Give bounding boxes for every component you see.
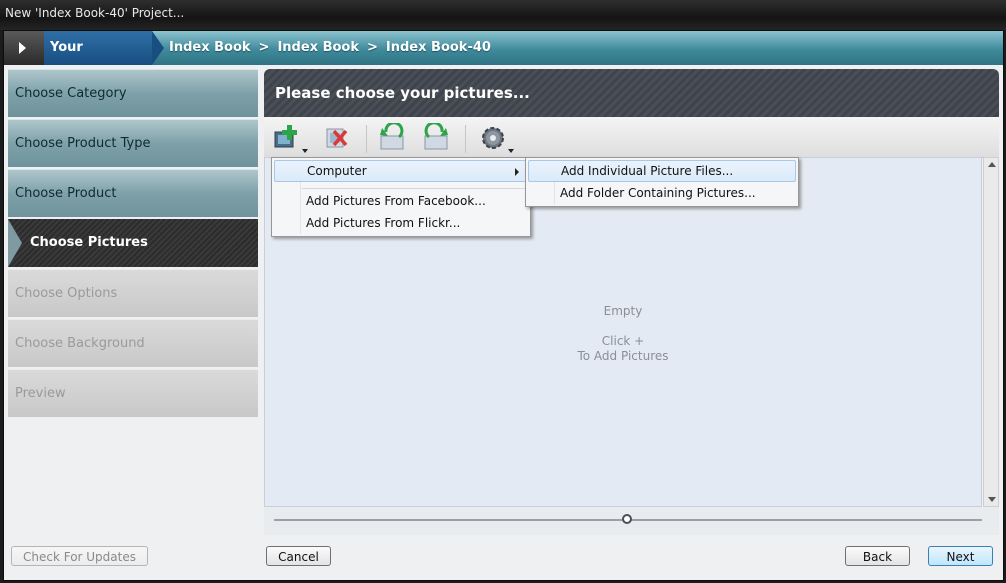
step-choose-category[interactable]: Choose Category [8, 69, 258, 117]
panel-heading: Please choose your pictures... [264, 69, 999, 117]
step-preview: Preview [8, 369, 258, 417]
rotate-left-button[interactable] [377, 121, 407, 153]
menu-item-facebook[interactable]: Add Pictures From Facebook... [274, 190, 528, 212]
title-bar: New 'Index Book-40' Project... [0, 0, 1006, 30]
breadcrumb-item: Index Book-40 [385, 40, 491, 55]
menu-item-flickr[interactable]: Add Pictures From Flickr... [274, 212, 528, 234]
check-for-updates-button[interactable]: Check For Updates [11, 546, 148, 566]
dropdown-arrow-icon [302, 149, 308, 153]
empty-label: Empty [603, 304, 643, 318]
add-pictures-button[interactable] [272, 123, 308, 153]
settings-gear-icon [482, 127, 504, 149]
empty-hint-line-2: To Add Pictures [577, 349, 669, 363]
scroll-up-icon[interactable] [988, 162, 996, 167]
breadcrumb: Index Book > Index Book > Index Book-40 [169, 31, 491, 65]
submenu-arrow-icon [515, 168, 519, 176]
menu-item-label: Computer [307, 164, 367, 178]
computer-submenu: Add Individual Picture Files... Add Fold… [525, 157, 799, 207]
breadcrumb-item: Index Book [277, 40, 359, 55]
your-selections-label: Your Selections: [44, 31, 164, 89]
rotate-right-button[interactable] [421, 121, 451, 153]
scroll-down-icon[interactable] [988, 497, 996, 502]
vertical-scrollbar[interactable] [983, 157, 999, 507]
pictures-panel: Please choose your pictures... Empty Cli… [264, 69, 999, 535]
step-choose-product[interactable]: Choose Product [8, 169, 258, 217]
back-button[interactable]: Back [845, 546, 910, 566]
cancel-button[interactable]: Cancel [266, 546, 331, 566]
toolbar-separator [366, 125, 367, 153]
slider-knob[interactable] [622, 514, 632, 524]
menu-item-add-folder[interactable]: Add Folder Containing Pictures... [528, 182, 796, 204]
rotate-left-icon [380, 121, 404, 150]
menu-item-add-individual-files[interactable]: Add Individual Picture Files... [528, 160, 796, 182]
expand-selections-button[interactable] [4, 31, 44, 65]
remove-pictures-icon [326, 128, 348, 148]
step-choose-options: Choose Options [8, 269, 258, 317]
step-choose-pictures[interactable]: Choose Pictures [8, 219, 258, 267]
dropdown-arrow-icon [508, 149, 514, 153]
menu-separator [302, 188, 528, 189]
toolbar-separator [465, 125, 466, 153]
remove-pictures-button[interactable] [322, 123, 352, 153]
window-title: New 'Index Book-40' Project... [5, 6, 185, 20]
add-pictures-menu: Computer Add Pictures From Facebook... A… [271, 157, 531, 237]
rotate-right-icon [424, 121, 448, 150]
selections-bar: Your Selections: Index Book>Index Book>I… [4, 31, 1003, 89]
step-choose-background: Choose Background [8, 319, 258, 367]
menu-item-computer[interactable]: Computer [274, 160, 528, 182]
breadcrumb-separator: > [258, 40, 270, 55]
wizard-steps-sidebar: Choose Category Choose Product Type Choo… [8, 69, 258, 419]
next-button[interactable]: Next [928, 546, 993, 566]
thumbnail-size-slider-row [264, 507, 999, 535]
play-arrow-icon [19, 42, 26, 54]
add-pictures-icon [274, 125, 297, 148]
empty-hint-line-1: Click + [601, 334, 645, 348]
breadcrumb-item: Index Book [169, 40, 251, 55]
breadcrumb-separator: > [367, 40, 378, 55]
step-choose-product-type[interactable]: Choose Product Type [8, 119, 258, 167]
app-window: Your Selections: Index Book>Index Book>I… [3, 30, 1004, 581]
pictures-toolbar [264, 117, 999, 158]
settings-button[interactable] [478, 123, 514, 153]
